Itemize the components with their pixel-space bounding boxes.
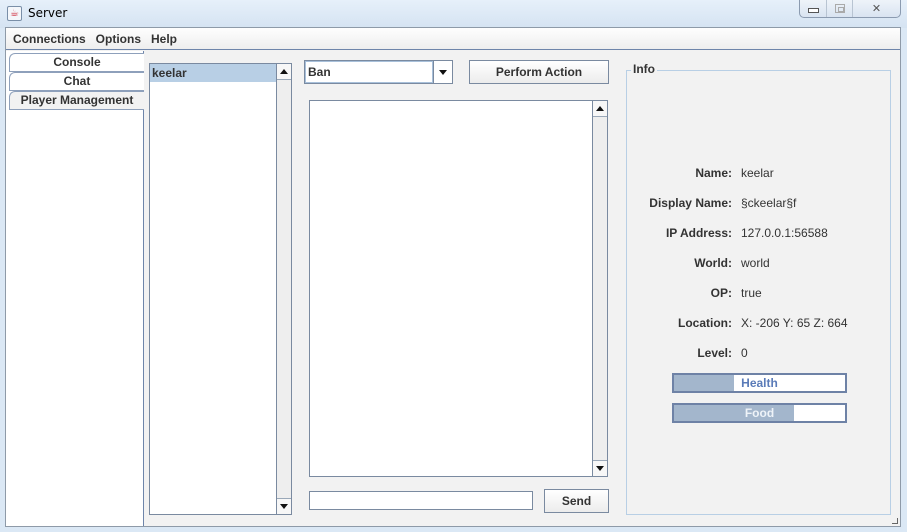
action-select[interactable]: Ban [304,60,453,84]
info-label: IP Address: [665,226,732,240]
tab-strip: Console Chat Player Management [6,51,144,526]
player-management-panel: keelar Ban Perform Action Send Info Name… [145,51,900,526]
action-select-value: Ban [305,61,433,83]
info-row-level: Level: 0 [627,346,890,362]
scroll-up-button[interactable] [277,64,291,80]
message-input[interactable] [309,491,533,510]
dropdown-arrow-button[interactable] [433,61,452,83]
info-panel: Info Name: keelar Display Name: §ckeelar… [626,62,891,515]
arrow-up-icon [596,106,604,111]
info-label: Location: [678,316,732,330]
tab-chat[interactable]: Chat [9,72,144,91]
arrow-down-icon [280,504,288,509]
info-value: keelar [741,166,774,180]
food-bar-label: Food [744,406,775,420]
maximize-button[interactable] [827,0,853,17]
info-value: 0 [741,346,748,360]
menu-bar: Connections Options Help [6,28,900,50]
food-progress-bar: Food [672,403,847,423]
info-panel-title: Info [631,62,657,76]
menu-options[interactable]: Options [91,32,146,46]
info-row-location: Location: X: -206 Y: 65 Z: 664 [627,316,890,332]
tab-console[interactable]: Console [9,53,144,72]
scroll-up-button[interactable] [593,101,607,117]
perform-action-button[interactable]: Perform Action [469,60,609,84]
info-label: Name: [695,166,732,180]
player-list-item[interactable]: keelar [150,64,276,82]
health-bar-label: Health [741,376,778,390]
info-row-name: Name: keelar [627,166,890,182]
maximize-icon [834,4,845,13]
main-window: Connections Options Help Console Chat Pl… [5,27,901,527]
arrow-down-icon [596,466,604,471]
info-row-display-name: Display Name: §ckeelar§f [627,196,890,212]
java-cup-icon: ☕ [7,6,22,21]
info-value: X: -206 Y: 65 Z: 664 [741,316,848,330]
scroll-down-button[interactable] [593,460,607,476]
menu-connections[interactable]: Connections [8,32,91,46]
player-list-scrollbar[interactable] [276,64,291,514]
player-list[interactable]: keelar [149,63,292,515]
player-log-textarea[interactable] [309,100,608,477]
menu-help[interactable]: Help [146,32,182,46]
arrow-up-icon [280,69,288,74]
send-button[interactable]: Send [544,489,609,513]
close-button[interactable]: ✕ [853,0,900,17]
info-value: true [741,286,762,300]
info-row-world: World: world [627,256,890,272]
minimize-icon [807,8,819,13]
info-label: OP: [710,286,732,300]
chevron-down-icon [439,69,447,75]
info-value: world [741,256,770,270]
info-label: World: [694,256,732,270]
minimize-button[interactable] [800,0,827,17]
info-label: Level: [697,346,732,360]
resize-grip[interactable] [892,518,898,524]
scroll-down-button[interactable] [277,498,291,514]
info-row-op: OP: true [627,286,890,302]
close-icon: ✕ [871,3,882,15]
tab-player-management[interactable]: Player Management [9,91,144,110]
info-row-ip-address: IP Address: 127.0.0.1:56588 [627,226,890,242]
window-title: Server [28,6,68,20]
window-controls: ✕ [799,0,901,18]
info-label: Display Name: [649,196,732,210]
title-bar: ☕ Server ✕ [0,0,907,28]
log-scrollbar[interactable] [592,101,607,476]
info-value: 127.0.0.1:56588 [741,226,828,240]
info-value: §ckeelar§f [741,196,797,210]
health-progress-bar: Health [672,373,847,393]
